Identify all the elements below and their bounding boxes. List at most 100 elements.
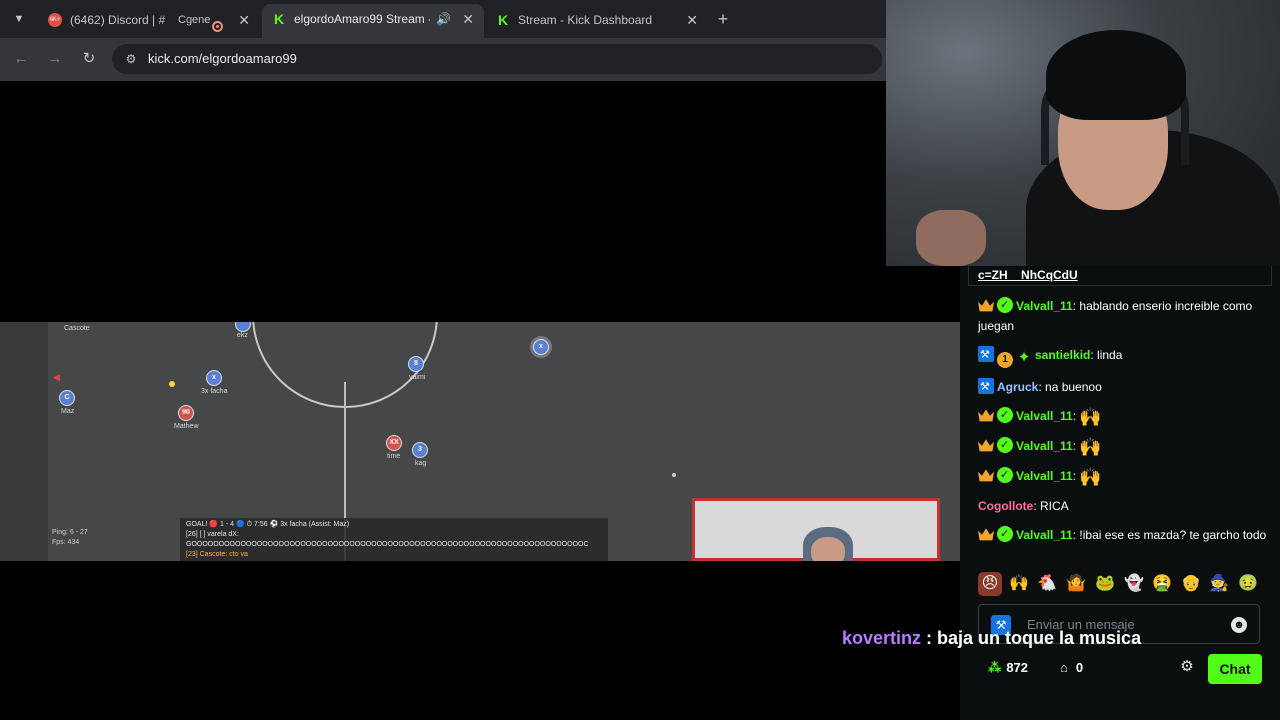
vomit-emote-icon[interactable]: 🤮 bbox=[1150, 572, 1174, 596]
crown-badge-icon bbox=[978, 439, 994, 452]
chat-text: na buenoo bbox=[1045, 380, 1102, 394]
chat-username[interactable]: Valvall_11 bbox=[1016, 469, 1073, 483]
site-settings-icon[interactable]: ⚙ bbox=[122, 50, 140, 68]
pinned-message[interactable]: c=ZH__NhCqCdU bbox=[968, 266, 1272, 286]
old-man-emote-icon[interactable]: 👴 bbox=[1179, 572, 1203, 596]
crown-badge-icon bbox=[978, 469, 994, 482]
player-name: time bbox=[387, 453, 401, 460]
close-tab-icon[interactable]: ✕ bbox=[238, 6, 250, 34]
chicken-emote-icon[interactable]: 🐔 bbox=[1035, 572, 1059, 596]
goal-area bbox=[0, 322, 48, 561]
chat-text: RICA bbox=[1040, 499, 1069, 513]
store-icon: ⌂ bbox=[1060, 660, 1068, 675]
send-chat-button[interactable]: Chat bbox=[1208, 654, 1262, 684]
caption-username: kovertinz bbox=[842, 628, 922, 648]
tab-discord[interactable]: 6K+ (6462) Discord | # Cgene ✕ bbox=[38, 6, 260, 34]
reload-icon[interactable]: ↻ bbox=[78, 48, 100, 70]
speaker-icon[interactable]: 🔊 bbox=[436, 4, 451, 34]
game-view: Cascote ekz ◀ C Maz x 3x facha 90 Mathew… bbox=[0, 322, 960, 561]
secondary-webcam bbox=[692, 498, 940, 561]
player-name: Cascote bbox=[64, 325, 90, 332]
points-value: 872 bbox=[1006, 660, 1029, 675]
tab-kick-dashboard[interactable]: K Stream - Kick Dashboard ✕ bbox=[486, 6, 708, 34]
player-disc: XX bbox=[386, 435, 402, 451]
new-tab-button[interactable]: + bbox=[712, 6, 734, 32]
kick-favicon-icon: K bbox=[273, 11, 285, 27]
url-text: kick.com/elgordoamaro99 bbox=[148, 51, 297, 66]
channel-points[interactable]: ⁂ 872 bbox=[988, 660, 1028, 676]
chat-text: !ibai ese es mazda? te garcho todo bbox=[1079, 528, 1267, 542]
recording-icon bbox=[212, 14, 223, 34]
crown-badge-icon bbox=[978, 528, 994, 541]
chat-message: Cogollote: RICA bbox=[978, 499, 1069, 513]
frog-emote-icon[interactable]: 🐸 bbox=[1093, 572, 1117, 596]
emoji-picker-icon[interactable]: ☻ bbox=[1231, 617, 1247, 633]
ghost-emote-icon[interactable]: 👻 bbox=[1122, 572, 1146, 596]
chat-username[interactable]: Cogollote bbox=[978, 499, 1033, 513]
player-name: yaimi bbox=[409, 374, 426, 381]
shrug-emote-icon[interactable]: 🤷 bbox=[1064, 572, 1088, 596]
browser-tabstrip: ▼ 6K+ (6462) Discord | # Cgene ✕ K elgor… bbox=[0, 0, 886, 38]
wizard-emote-icon[interactable]: 🧙 bbox=[1207, 572, 1231, 596]
game-ball bbox=[169, 381, 175, 387]
screen: ▼ 6K+ (6462) Discord | # Cgene ✕ K elgor… bbox=[0, 0, 1280, 720]
tab-title: elgordoAmaro99 Stream - bbox=[294, 12, 430, 26]
game-chat-line: GOOOOOOOOOOOOOOOOOOOOOOOOOOOOOOOOOOOOOOO… bbox=[186, 541, 589, 548]
points-icon: ⁂ bbox=[988, 660, 1002, 675]
chat-username[interactable]: Agruck bbox=[997, 380, 1038, 394]
chat-username[interactable]: Valvall_11 bbox=[1016, 409, 1073, 423]
tab-title: Stream - Kick Dashboard bbox=[518, 13, 653, 27]
address-bar[interactable]: ⚙ kick.com/elgordoamaro99 bbox=[112, 44, 882, 74]
player-disc: 90 bbox=[178, 405, 194, 421]
subscriber-badge-icon: 1 bbox=[997, 352, 1013, 368]
verified-badge-icon bbox=[997, 465, 1013, 485]
store-button[interactable]: ⌂ 0 bbox=[1060, 660, 1083, 675]
forward-arrow-icon[interactable]: → bbox=[44, 48, 66, 70]
verified-badge-icon bbox=[997, 524, 1013, 544]
player-name: kag bbox=[415, 460, 427, 467]
player-disc: C bbox=[59, 390, 75, 406]
player-disc: x bbox=[533, 339, 549, 355]
game-chat-line: [26] [ ] varela dX: bbox=[186, 531, 239, 538]
chat-footer: ⁂ 872 ⌂ 0 ⚙ Chat bbox=[978, 654, 1268, 684]
chat-text: linda bbox=[1097, 348, 1123, 362]
streamer-webcam bbox=[886, 0, 1280, 266]
moderator-badge-icon bbox=[978, 377, 994, 397]
chat-username[interactable]: Valvall_11 bbox=[1016, 528, 1073, 542]
chat-message: Valvall_11: 🙌 bbox=[978, 405, 1268, 427]
chat-username[interactable]: Valvall_11 bbox=[1016, 439, 1073, 453]
store-count: 0 bbox=[1075, 660, 1084, 675]
pointer-marker-icon: ◀ bbox=[53, 372, 60, 382]
angry-emote-icon[interactable]: 😠 bbox=[978, 572, 1002, 596]
tab-title-suffix: Cgene bbox=[178, 14, 211, 26]
tab-search-dropdown-icon[interactable]: ▼ bbox=[8, 8, 30, 30]
player-disc: x bbox=[206, 370, 222, 386]
player-name: ekz bbox=[237, 332, 248, 339]
chat-username[interactable]: Valvall_11 bbox=[1016, 299, 1073, 313]
game-stats: Ping: 6 - 27 Fps: 434 bbox=[52, 528, 88, 548]
verified-badge-icon bbox=[997, 295, 1013, 315]
back-arrow-icon[interactable]: ← bbox=[10, 48, 32, 70]
emote-quick-bar: 😠 🙌 🐔 🤷 🐸 👻 🤮 👴 🧙 🤢 bbox=[978, 572, 1268, 598]
player-disc: 3 bbox=[412, 442, 428, 458]
praise-hands-emote-icon[interactable]: 🙌 bbox=[1007, 572, 1031, 596]
praise-hands-emote-icon: 🙌 bbox=[1079, 467, 1102, 487]
close-tab-icon[interactable]: ✕ bbox=[462, 4, 474, 34]
crown-badge-icon bbox=[978, 299, 994, 312]
chat-username[interactable]: santielkid bbox=[1035, 348, 1090, 362]
pinned-text: c=ZH__NhCqCdU bbox=[978, 268, 1078, 282]
sick-emote-icon[interactable]: 🤢 bbox=[1236, 572, 1260, 596]
chat-message: 1✦santielkid: linda bbox=[978, 345, 1268, 368]
game-chat-line: GOAL! 🔴 1 - 4 🔵 ⏱ 7:56 ⚽ 3x facha (Assis… bbox=[186, 521, 350, 528]
player-disc: 8 bbox=[408, 356, 424, 372]
player-name: 3x facha bbox=[201, 388, 228, 395]
close-tab-icon[interactable]: ✕ bbox=[686, 6, 698, 34]
chat-message: Valvall_11: hablando enserio increible c… bbox=[978, 295, 1268, 336]
tab-elgordoamaro-stream[interactable]: K elgordoAmaro99 Stream - 🔊 ✕ bbox=[262, 4, 484, 38]
map-dot bbox=[672, 473, 676, 477]
chat-message: Valvall_11: 🙌 bbox=[978, 465, 1268, 487]
tab-title: (6462) Discord | # bbox=[70, 13, 166, 27]
chat-settings-gear-icon[interactable]: ⚙ bbox=[1178, 658, 1196, 676]
crown-badge-icon bbox=[978, 409, 994, 422]
chat-messages: Valvall_11: hablando enserio increible c… bbox=[978, 295, 1268, 554]
